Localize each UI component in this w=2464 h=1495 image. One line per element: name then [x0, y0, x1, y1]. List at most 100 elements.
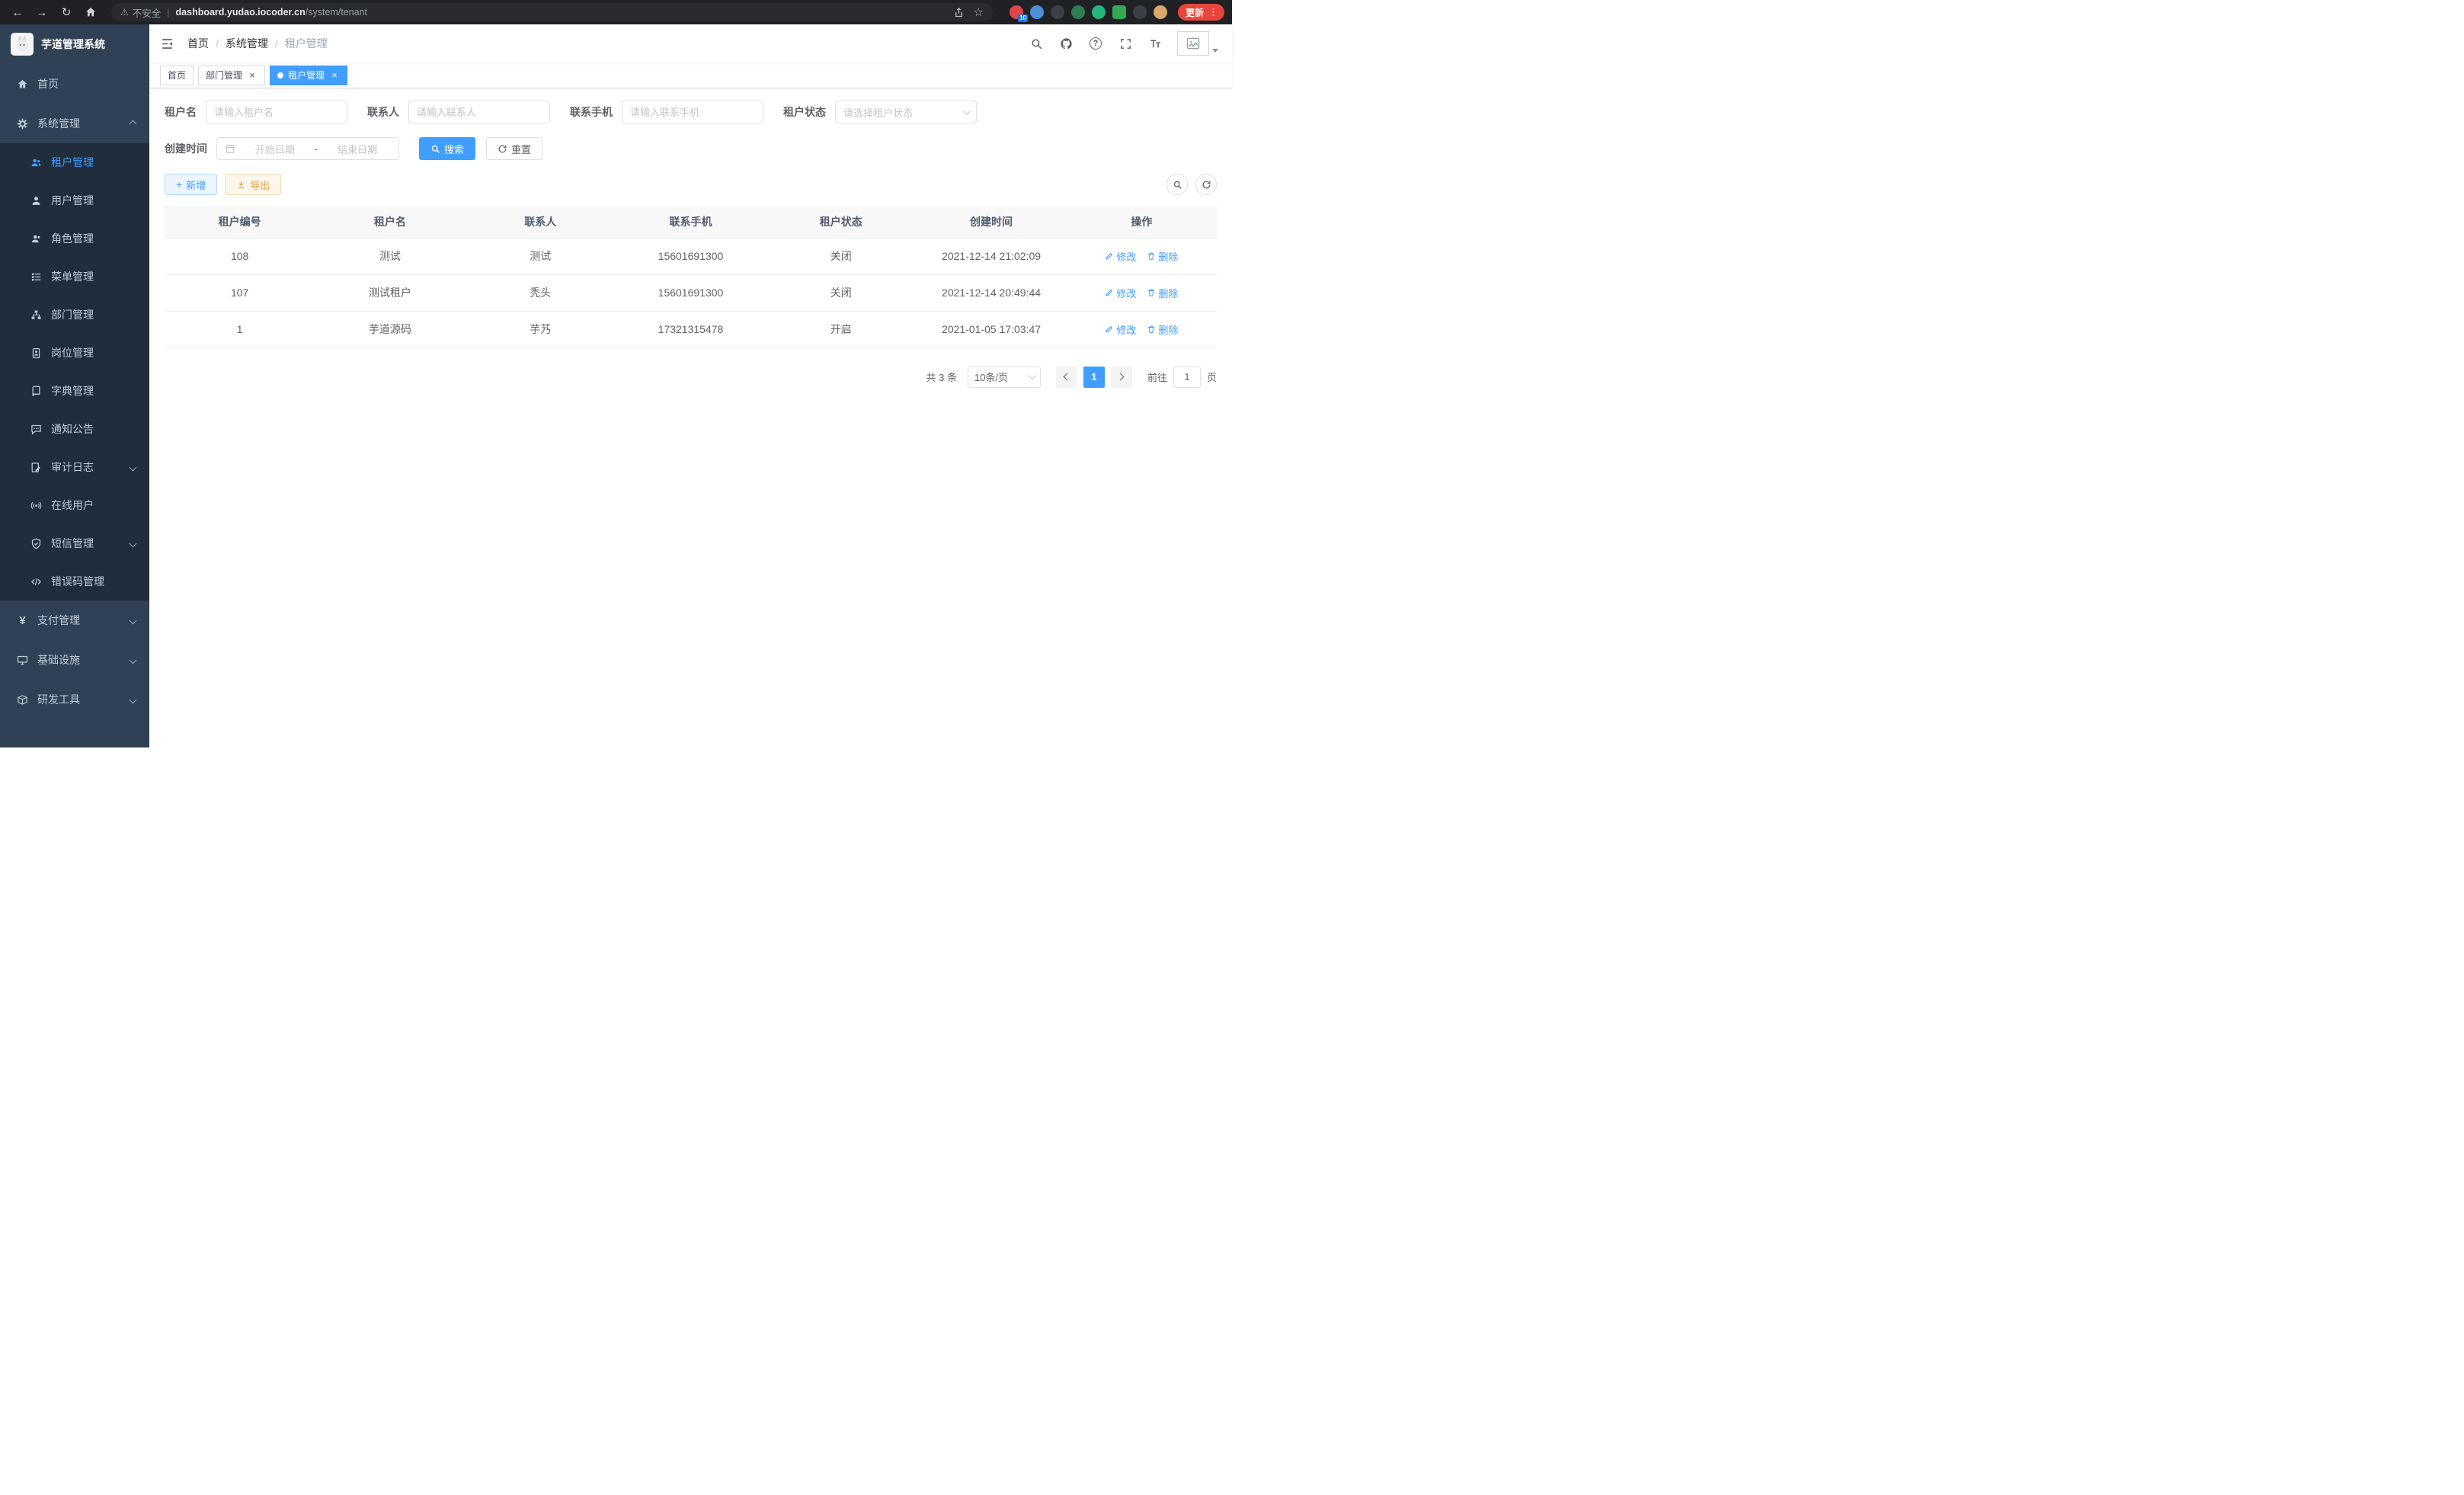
contact-input[interactable] [408, 101, 550, 123]
search-button[interactable]: 搜索 [419, 137, 475, 160]
sidebar-item-menu[interactable]: 菜单管理 [0, 258, 149, 296]
page-size-select[interactable]: 10条/页 [968, 367, 1041, 388]
cell-contact: 芋艿 [466, 311, 616, 347]
search-icon [1173, 180, 1182, 190]
col-mobile: 联系手机 [616, 206, 766, 238]
font-size-icon[interactable] [1147, 36, 1163, 51]
export-button[interactable]: 导出 [225, 174, 281, 195]
breadcrumb-home[interactable]: 首页 [187, 36, 209, 51]
chevron-up-icon [130, 120, 137, 127]
top-navbar: 首页 / 系统管理 / 租户管理 ? [149, 24, 1232, 62]
user-avatar-menu[interactable] [1177, 31, 1218, 56]
tag-tenant-active[interactable]: 租户管理 × [270, 66, 347, 85]
sidebar-menu: 首页 系统管理 [0, 64, 149, 748]
sidebar-item-label: 角色管理 [51, 231, 94, 246]
sidebar-item-error-code[interactable]: 错误码管理 [0, 562, 149, 600]
close-icon[interactable]: × [329, 70, 340, 81]
browser-back-icon[interactable]: ← [8, 2, 27, 22]
fullscreen-icon[interactable] [1118, 36, 1133, 51]
sidebar-item-sms[interactable]: 短信管理 [0, 524, 149, 562]
sidebar-item-post[interactable]: 岗位管理 [0, 334, 149, 372]
extension-icon-dark-1[interactable] [1051, 5, 1064, 19]
browser-reload-icon[interactable]: ↻ [56, 2, 76, 22]
prev-page-button[interactable] [1056, 367, 1077, 388]
extension-icon-darkgreen[interactable] [1071, 5, 1085, 19]
browser-menu-dots-icon[interactable]: ⋮ [1208, 6, 1218, 18]
filter-row-2: 创建时间 开始日期 - 结束日期 搜索 重置 [165, 137, 1217, 160]
sidebar-item-notice[interactable]: 通知公告 [0, 410, 149, 448]
sidebar-item-infra[interactable]: 基础设施 [0, 640, 149, 680]
avatar [1177, 31, 1209, 56]
extension-icon-red[interactable]: 10 [1010, 5, 1023, 19]
tag-home[interactable]: 首页 [160, 66, 194, 85]
sidebar-logo[interactable]: 芋道管理系统 [0, 24, 149, 64]
sidebar-item-label: 研发工具 [37, 692, 80, 707]
sidebar-item-dept[interactable]: 部门管理 [0, 296, 149, 334]
status-select[interactable]: 请选择租户状态 [835, 101, 977, 123]
sidebar-item-dict[interactable]: 字典管理 [0, 372, 149, 410]
refresh-table-button[interactable] [1195, 174, 1217, 195]
date-range-picker[interactable]: 开始日期 - 结束日期 [216, 137, 399, 160]
delete-button[interactable]: 删除 [1147, 286, 1178, 300]
tenant-table: 租户编号 租户名 联系人 联系手机 租户状态 创建时间 操作 108 测试 测试 [165, 206, 1217, 348]
address-bar[interactable]: ⚠ 不安全 | dashboard.yudao.iocoder.cn /syst… [111, 3, 993, 21]
browser-forward-icon[interactable]: → [32, 2, 52, 22]
extension-icon-green-square[interactable] [1112, 5, 1126, 19]
bookmark-star-icon[interactable]: ☆ [974, 5, 984, 19]
share-icon[interactable] [953, 7, 965, 18]
user-icon [30, 195, 42, 206]
sidebar-item-devtools[interactable]: 研发工具 [0, 680, 149, 719]
monitor-icon [17, 655, 28, 666]
extension-icon-blue[interactable] [1030, 5, 1044, 19]
cell-mobile: 15601691300 [616, 238, 766, 274]
sidebar-item-tenant[interactable]: 租户管理 [0, 143, 149, 181]
close-icon[interactable]: × [247, 70, 258, 81]
sidebar-item-label: 通知公告 [51, 421, 94, 437]
yen-icon: ¥ [17, 615, 28, 626]
sidebar-item-label: 租户管理 [51, 155, 94, 170]
date-range-separator: - [315, 143, 318, 155]
refresh-icon [498, 144, 507, 154]
edit-button[interactable]: 修改 [1105, 286, 1136, 300]
reset-button[interactable]: 重置 [486, 137, 542, 160]
sidebar-item-user[interactable]: 用户管理 [0, 181, 149, 219]
delete-button[interactable]: 删除 [1147, 249, 1178, 264]
notice-message-icon [30, 424, 42, 435]
browser-chrome: ← → ↻ ⚠ 不安全 | dashboard.yudao.iocoder.cn… [0, 0, 1232, 24]
edit-button[interactable]: 修改 [1105, 249, 1136, 264]
page-number-1[interactable]: 1 [1083, 367, 1105, 388]
mobile-input[interactable] [622, 101, 763, 123]
cell-created: 2021-12-14 21:02:09 [916, 238, 1066, 274]
tenant-name-input[interactable] [206, 101, 347, 123]
cell-tenant-name: 芋道源码 [315, 311, 465, 347]
goto-page-input[interactable] [1173, 367, 1201, 388]
header-search-icon[interactable] [1029, 36, 1044, 51]
sidebar-collapse-icon[interactable] [160, 36, 175, 51]
browser-home-icon[interactable] [81, 2, 101, 22]
delete-button[interactable]: 删除 [1147, 322, 1178, 337]
add-button[interactable]: + 新增 [165, 174, 217, 195]
sidebar-item-role[interactable]: 角色管理 [0, 219, 149, 258]
sidebar-item-online-user[interactable]: 在线用户 [0, 486, 149, 524]
github-icon[interactable] [1058, 36, 1074, 51]
sidebar-item-label: 审计日志 [51, 459, 94, 475]
extension-icon-green-circle[interactable] [1092, 5, 1106, 19]
sidebar-item-audit-log[interactable]: 审计日志 [0, 448, 149, 486]
help-icon[interactable]: ? [1088, 36, 1103, 51]
browser-update-button[interactable]: 更新 ⋮ [1178, 4, 1224, 21]
page-unit-label: 页 [1207, 370, 1217, 384]
next-page-button[interactable] [1111, 367, 1132, 388]
profile-avatar-icon[interactable] [1154, 5, 1167, 19]
extension-icon-dark-2[interactable] [1133, 5, 1147, 19]
tag-dept[interactable]: 部门管理 × [198, 66, 265, 85]
edit-button[interactable]: 修改 [1105, 322, 1136, 337]
status-select-placeholder: 请选择租户状态 [843, 105, 913, 120]
sidebar-item-home[interactable]: 首页 [0, 64, 149, 104]
refresh-icon [1202, 180, 1211, 190]
breadcrumb-system[interactable]: 系统管理 [226, 36, 268, 51]
chevron-down-icon [1029, 372, 1036, 379]
sidebar-item-system[interactable]: 系统管理 [0, 104, 149, 143]
sidebar-item-payment[interactable]: ¥ 支付管理 [0, 600, 149, 640]
toggle-search-button[interactable] [1166, 174, 1188, 195]
pager: 1 [1056, 367, 1132, 388]
